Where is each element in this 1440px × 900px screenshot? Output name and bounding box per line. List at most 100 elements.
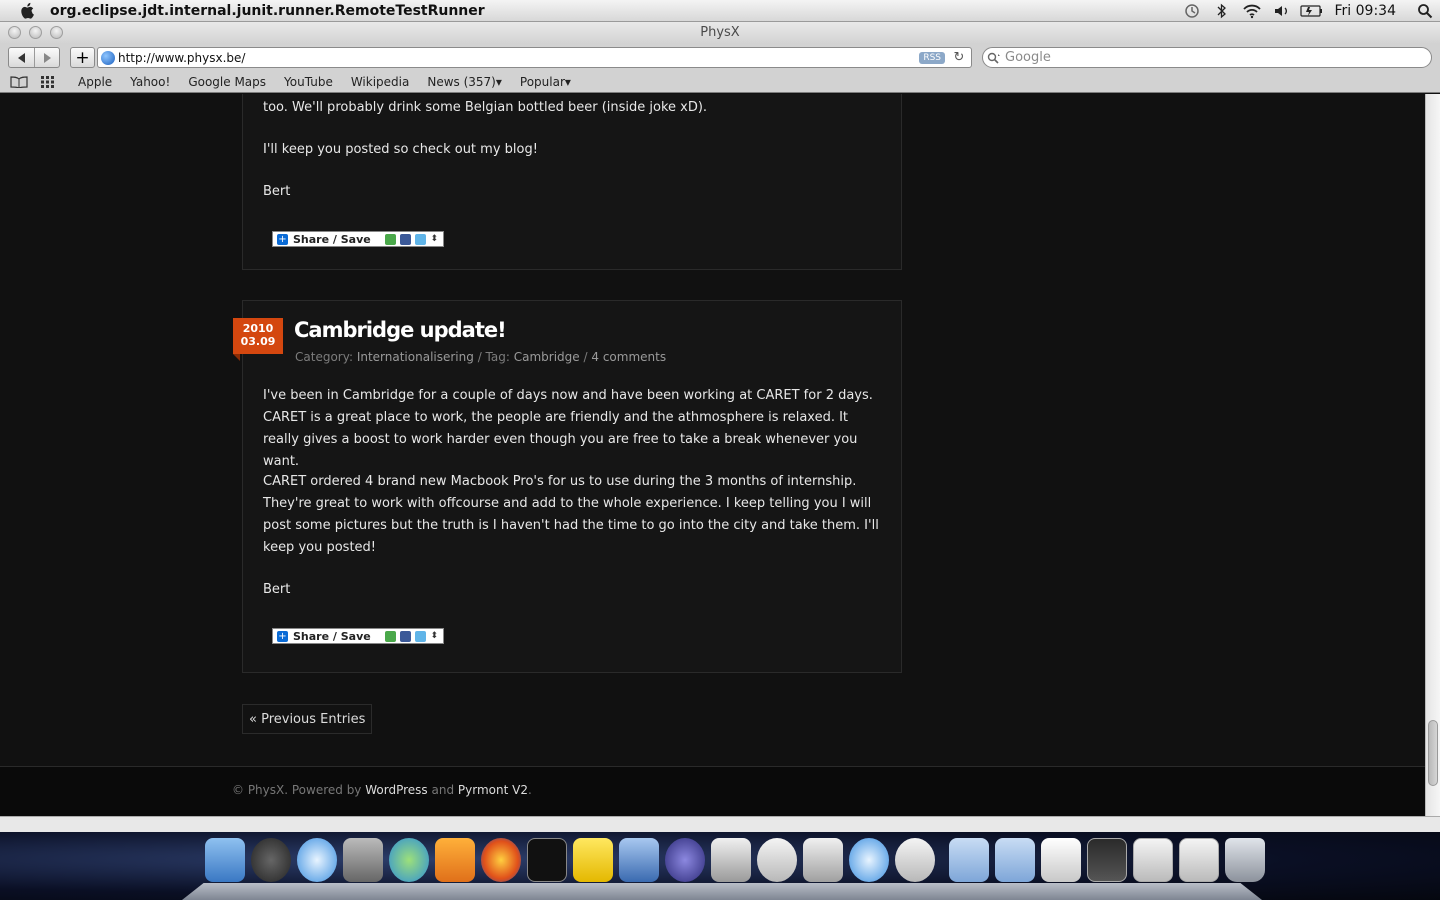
battery-icon[interactable] (1297, 0, 1327, 22)
scrollbar-thumb[interactable] (1428, 720, 1438, 786)
post-title[interactable]: Cambridge update! (294, 318, 507, 342)
site-globe-icon (101, 50, 115, 65)
document-stack-icon[interactable] (1041, 838, 1081, 882)
facebook-icon (400, 233, 412, 245)
post-paragraph: I've been in Cambridge for a couple of d… (263, 388, 873, 469)
share-email-icon (385, 233, 397, 245)
navigation-buttons (8, 47, 60, 68)
comments-link[interactable]: 4 comments (591, 350, 666, 364)
system-preferences-icon[interactable] (343, 838, 383, 882)
bookmark-popular[interactable]: Popular▾ (514, 75, 577, 89)
eclipse-icon[interactable] (665, 838, 705, 882)
firefox-icon[interactable] (481, 838, 521, 882)
reload-icon[interactable]: ↻ (951, 50, 967, 65)
open-book-icon[interactable] (9, 73, 29, 91)
footer-suffix: . (527, 783, 532, 797)
theme-link[interactable]: Pyrmont V2 (458, 783, 528, 797)
iphoto-icon[interactable] (711, 838, 751, 882)
apple-menu-icon[interactable] (18, 1, 38, 21)
share-save-label: Share / Save (293, 232, 371, 246)
trash-icon[interactable] (1225, 838, 1265, 882)
rss-button[interactable]: RSS (919, 51, 945, 64)
adium-bird-icon[interactable] (573, 838, 613, 882)
post-date-year: 2010 (242, 322, 274, 335)
documents-folder-icon[interactable] (995, 838, 1035, 882)
wifi-icon[interactable] (1237, 0, 1267, 22)
safari-icon[interactable] (849, 838, 889, 882)
window-thumbnail-icon[interactable] (1133, 838, 1173, 882)
twitter-icon (415, 233, 427, 245)
bookmark-news[interactable]: News (357)▾ (421, 75, 508, 89)
ichat-icon[interactable] (389, 838, 429, 882)
settings-gear-icon[interactable] (435, 838, 475, 882)
wordpress-link[interactable]: WordPress (365, 783, 427, 797)
category-link[interactable]: Internationalisering (357, 350, 474, 364)
post-signature: Bert (263, 582, 291, 597)
window-thumbnail-icon[interactable] (1179, 838, 1219, 882)
share-save-label: Share / Save (293, 629, 371, 643)
dock (205, 838, 1265, 882)
network-utility-icon[interactable] (803, 838, 843, 882)
footer-and: and (431, 783, 455, 797)
java-cup-icon[interactable] (757, 838, 797, 882)
share-save-button[interactable]: + Share / Save ⬍ (272, 231, 444, 247)
safari-icon[interactable] (297, 838, 337, 882)
applications-folder-icon[interactable] (949, 838, 989, 882)
top-sites-grid-icon[interactable] (38, 73, 58, 91)
search-icon (983, 52, 1005, 64)
bookmark-apple[interactable]: Apple (72, 75, 118, 89)
meta-separator: / (583, 350, 588, 364)
bookmark-wikipedia[interactable]: Wikipedia (345, 75, 416, 89)
search-field[interactable]: Google (982, 47, 1432, 68)
post-signature: Bert (263, 184, 291, 199)
menu-bar: org.eclipse.jdt.internal.junit.runner.Re… (0, 0, 1440, 22)
window-thumbnail-icon[interactable] (1087, 838, 1127, 882)
share-email-icon (385, 630, 397, 642)
finder-icon[interactable] (205, 838, 245, 882)
updown-arrow-icon: ⬍ (430, 234, 438, 244)
forward-button[interactable] (34, 48, 59, 67)
bookmark-youtube[interactable]: YouTube (278, 75, 339, 89)
previous-entries-link[interactable]: « Previous Entries (242, 704, 373, 734)
clock[interactable]: Fri 09:34 (1327, 3, 1410, 19)
post-paragraph: CARET ordered 4 brand new Macbook Pro's … (263, 474, 879, 555)
post-date-day: 03.09 (240, 335, 276, 348)
browser-toolbar: + http://www.physx.be/ RSS ↻ Google (0, 44, 1440, 71)
java-cup-icon[interactable] (895, 838, 935, 882)
window-title: PhysX (700, 25, 740, 40)
bookmark-yahoo[interactable]: Yahoo! (124, 75, 176, 89)
vertical-scrollbar[interactable] (1425, 94, 1440, 816)
footer-prefix: © PhysX. Powered by (232, 783, 362, 797)
back-button[interactable] (9, 48, 34, 67)
mail-icon[interactable] (619, 838, 659, 882)
window-status-strip (0, 816, 1440, 832)
updown-arrow-icon: ⬍ (430, 631, 438, 641)
bookmark-google-maps[interactable]: Google Maps (182, 75, 272, 89)
share-plus-icon: + (277, 233, 288, 245)
web-page: too. We'll probably drink some Belgian b… (0, 94, 1425, 816)
page-footer: © PhysX. Powered by WordPress and Pyrmon… (0, 766, 1425, 816)
post-meta: Category: Internationalisering / Tag: Ca… (295, 350, 666, 364)
terminal-icon[interactable] (527, 838, 567, 882)
add-bookmark-button[interactable]: + (70, 47, 95, 68)
footer-credits: © PhysX. Powered by WordPress and Pyrmon… (232, 783, 532, 797)
dashboard-icon[interactable] (251, 838, 291, 882)
url-text[interactable]: http://www.physx.be/ (118, 51, 919, 65)
tag-label: / Tag: (477, 350, 510, 364)
spotlight-search-icon[interactable] (1410, 0, 1440, 22)
volume-icon[interactable] (1267, 0, 1297, 22)
bluetooth-icon[interactable] (1207, 0, 1237, 22)
share-save-button[interactable]: + Share / Save ⬍ (272, 628, 444, 644)
category-label: Category: (295, 350, 353, 364)
search-placeholder: Google (1005, 50, 1051, 65)
twitter-icon (415, 630, 427, 642)
post-date-badge: 2010 03.09 (233, 318, 283, 361)
address-bar[interactable]: http://www.physx.be/ RSS ↻ (97, 47, 972, 68)
tag-link[interactable]: Cambridge (514, 350, 580, 364)
time-machine-icon[interactable] (1177, 0, 1207, 22)
dock-shelf (182, 883, 1262, 900)
active-app-name[interactable]: org.eclipse.jdt.internal.junit.runner.Re… (50, 3, 485, 19)
share-plus-icon: + (277, 630, 288, 642)
window-titlebar: PhysX (0, 22, 1440, 44)
post-text: too. We'll probably drink some Belgian b… (263, 100, 708, 115)
